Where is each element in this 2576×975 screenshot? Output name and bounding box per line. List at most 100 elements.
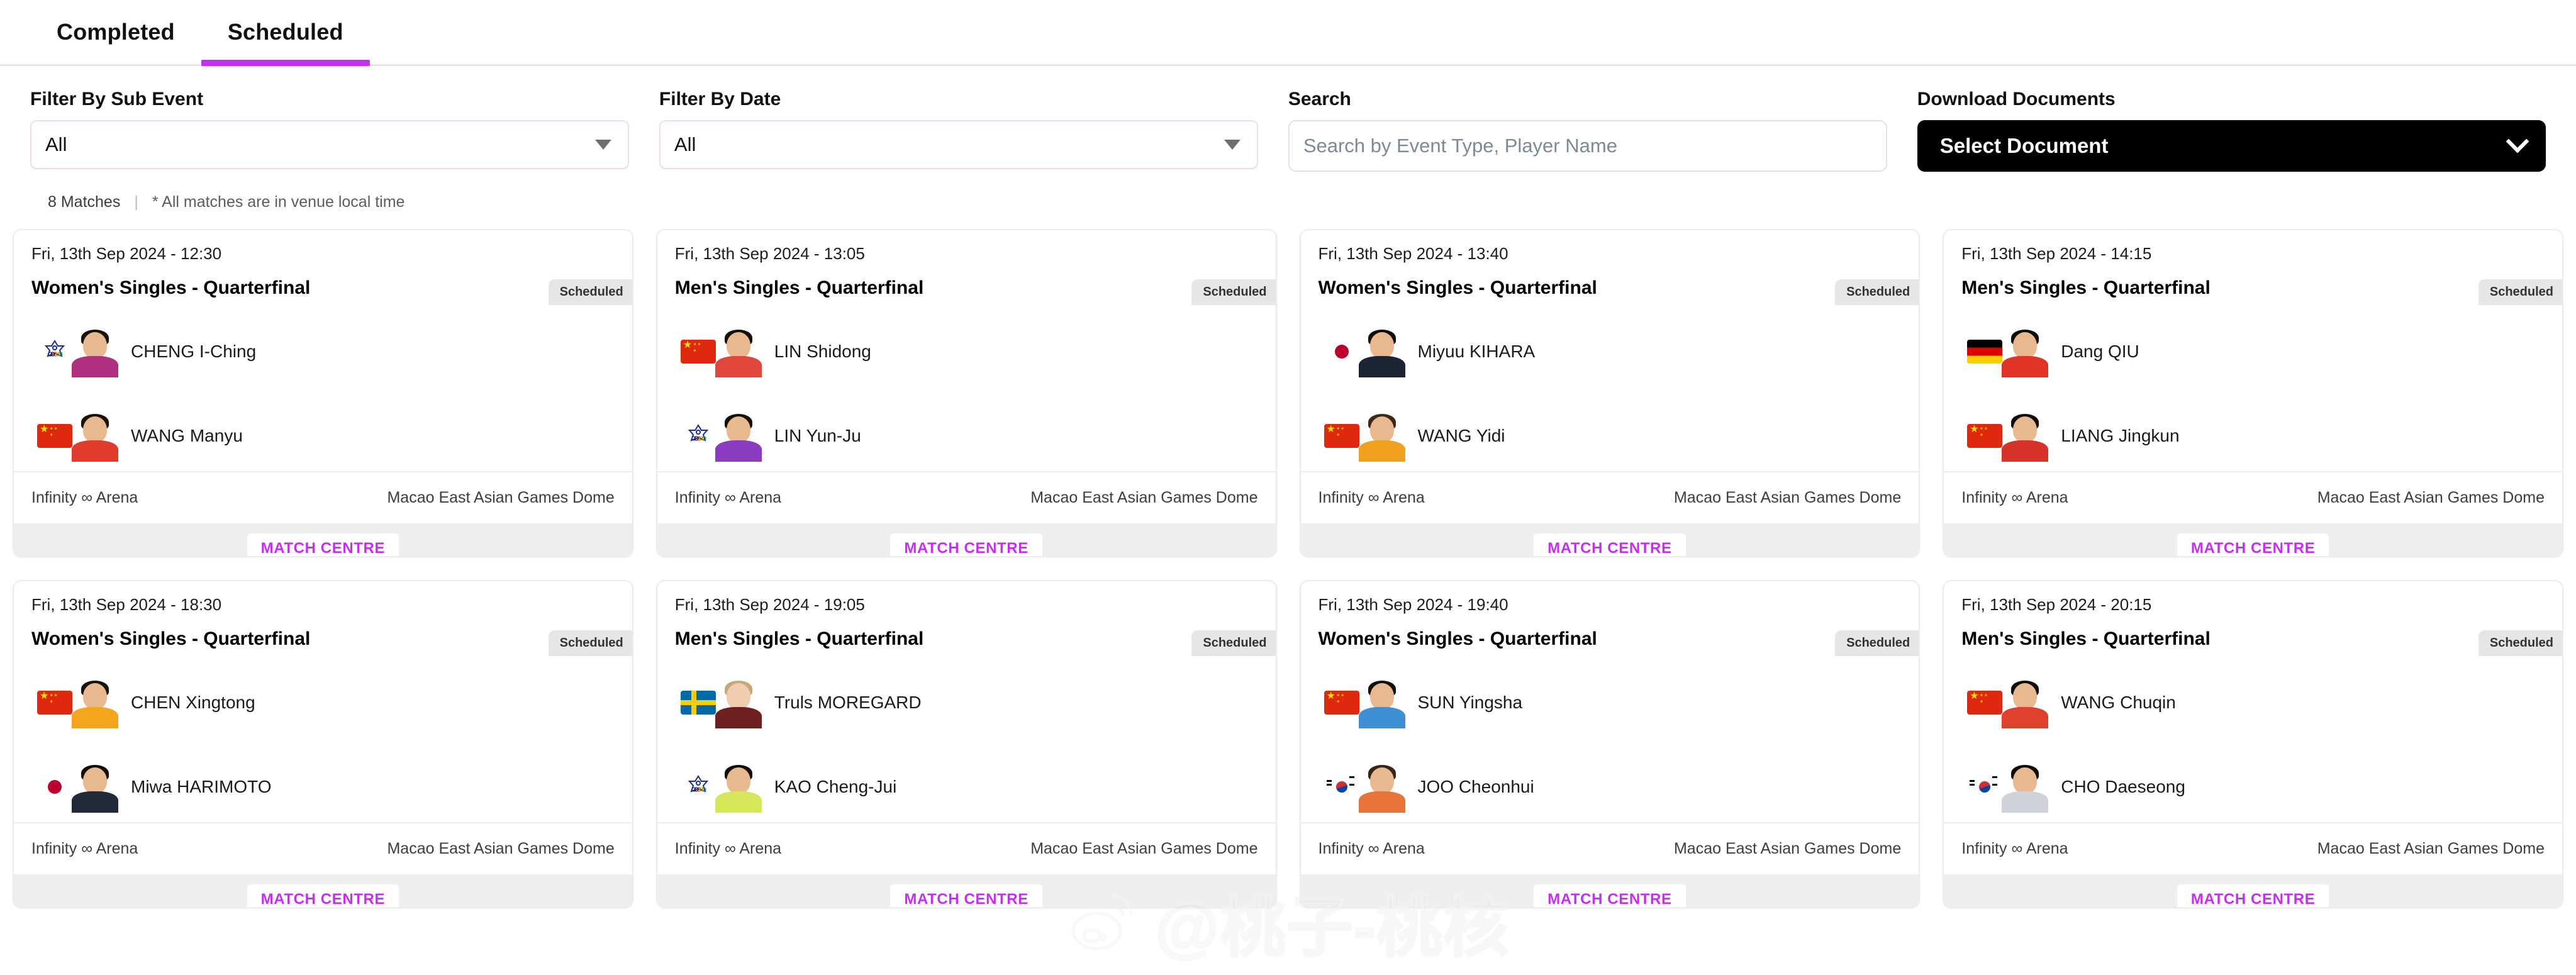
player-list: Dang QIU LIANG Jingkun	[1944, 308, 2562, 471]
venue-dome: Macao East Asian Games Dome	[1030, 840, 1258, 857]
player-avatar	[69, 326, 121, 377]
flag-icon-cn	[1324, 691, 1359, 715]
player-avatar	[1999, 761, 2051, 813]
match-centre-button[interactable]: MATCH CENTRE	[245, 883, 401, 907]
venue-arena: Infinity ∞ Arena	[1318, 840, 1425, 857]
filter-sub-event-select[interactable]: All	[30, 120, 629, 169]
match-centre-button[interactable]: MATCH CENTRE	[889, 532, 1044, 556]
player-row: KAO Cheng-Jui	[675, 758, 1258, 816]
player-list: Miyuu KIHARA WANG Yidi	[1300, 308, 1919, 471]
venue-dome: Macao East Asian Games Dome	[2317, 840, 2545, 857]
match-count-bar: 8 Matches | * All matches are in venue l…	[0, 172, 2576, 229]
match-centre-button[interactable]: MATCH CENTRE	[245, 532, 401, 556]
player-row: CHEN Xingtong	[31, 674, 615, 732]
flag-icon-jp	[1324, 340, 1359, 364]
player-row: WANG Chuqin	[1961, 674, 2545, 732]
player-name: WANG Yidi	[1417, 426, 1505, 445]
venue-dome: Macao East Asian Games Dome	[387, 840, 615, 857]
flag-icon-cn	[37, 424, 72, 448]
player-name: SUN Yingsha	[1417, 693, 1523, 712]
status-badge: Scheduled	[548, 279, 632, 305]
venue-row: Infinity ∞ Arena Macao East Asian Games …	[1944, 822, 2562, 874]
filter-sub-event-group: Filter By Sub Event All	[30, 89, 659, 172]
match-card-header: Fri, 13th Sep 2024 - 13:40 Women's Singl…	[1300, 230, 1919, 305]
match-card-header: Fri, 13th Sep 2024 - 13:05 Men's Singles…	[657, 230, 1276, 305]
player-avatar	[713, 761, 764, 813]
match-centre-button[interactable]: MATCH CENTRE	[1532, 532, 1687, 556]
match-datetime: Fri, 13th Sep 2024 - 18:30	[31, 595, 222, 614]
filter-date-select[interactable]: All	[659, 120, 1258, 169]
player-row: Miwa HARIMOTO	[31, 758, 615, 816]
select-document-button[interactable]: Select Document	[1917, 120, 2546, 172]
match-card[interactable]: Fri, 13th Sep 2024 - 14:15 Men's Singles…	[1943, 229, 2563, 557]
match-datetime: Fri, 13th Sep 2024 - 14:15	[1961, 244, 2152, 263]
tab-scheduled-label: Scheduled	[227, 19, 343, 45]
player-avatar	[69, 677, 121, 728]
match-title: Men's Singles - Quarterfinal	[1961, 628, 2211, 649]
player-avatar	[713, 326, 764, 377]
match-title: Men's Singles - Quarterfinal	[674, 628, 924, 649]
match-card[interactable]: Fri, 13th Sep 2024 - 19:40 Women's Singl…	[1299, 580, 1921, 908]
match-centre-button[interactable]: MATCH CENTRE	[889, 883, 1044, 907]
player-name: Truls MOREGARD	[774, 693, 922, 712]
match-card-header: Fri, 13th Sep 2024 - 19:05 Men's Singles…	[657, 581, 1276, 656]
match-card[interactable]: Fri, 13th Sep 2024 - 13:40 Women's Singl…	[1299, 229, 1921, 557]
venue-dome: Macao East Asian Games Dome	[1030, 489, 1258, 506]
meta-separator: |	[134, 193, 138, 211]
player-row: SUN Yingsha	[1319, 674, 1902, 732]
tab-completed-label: Completed	[57, 19, 175, 45]
filter-sub-event-value: All	[45, 133, 67, 155]
venue-row: Infinity ∞ Arena Macao East Asian Games …	[1944, 471, 2562, 523]
match-datetime: Fri, 13th Sep 2024 - 19:40	[1318, 595, 1508, 614]
venue-arena: Infinity ∞ Arena	[31, 840, 138, 857]
match-datetime: Fri, 13th Sep 2024 - 13:05	[674, 244, 865, 263]
flag-icon-de	[1967, 340, 2003, 364]
search-box[interactable]	[1288, 120, 1887, 172]
player-name: WANG Manyu	[131, 426, 243, 445]
status-badge: Scheduled	[2478, 279, 2562, 305]
player-name: Miwa HARIMOTO	[131, 777, 272, 796]
player-list: CHEN Xingtong Miwa HARIMOTO	[14, 659, 632, 822]
player-list: CHENG I-Ching WANG Manyu	[14, 308, 632, 471]
status-badge: Scheduled	[1191, 630, 1276, 656]
status-badge: Scheduled	[1191, 279, 1276, 305]
status-badge: Scheduled	[2478, 630, 2562, 656]
filter-date-label: Filter By Date	[659, 89, 781, 109]
player-avatar	[69, 761, 121, 813]
filter-sub-event-label: Filter By Sub Event	[30, 89, 204, 109]
search-input[interactable]	[1303, 135, 1872, 157]
match-card-footer: MATCH CENTRE	[657, 874, 1276, 907]
match-centre-button[interactable]: MATCH CENTRE	[2175, 532, 2331, 556]
match-card[interactable]: Fri, 13th Sep 2024 - 12:30 Women's Singl…	[13, 229, 633, 557]
match-card-header: Fri, 13th Sep 2024 - 12:30 Women's Singl…	[14, 230, 632, 305]
match-card[interactable]: Fri, 13th Sep 2024 - 13:05 Men's Singles…	[655, 229, 1277, 557]
player-row: LIN Yun-Ju	[675, 407, 1258, 465]
match-card[interactable]: Fri, 13th Sep 2024 - 19:05 Men's Singles…	[655, 580, 1277, 908]
player-row: LIANG Jingkun	[1961, 407, 2545, 465]
match-centre-button[interactable]: MATCH CENTRE	[2175, 883, 2331, 907]
tab-completed[interactable]: Completed	[30, 0, 201, 64]
match-centre-button[interactable]: MATCH CENTRE	[1532, 883, 1687, 907]
flag-icon-jp	[37, 775, 72, 799]
venue-arena: Infinity ∞ Arena	[1961, 489, 2068, 506]
player-avatar	[1999, 326, 2051, 377]
match-card[interactable]: Fri, 13th Sep 2024 - 18:30 Women's Singl…	[13, 580, 633, 908]
flag-icon-tpe	[682, 421, 714, 451]
match-title: Women's Singles - Quarterfinal	[1318, 277, 1597, 298]
player-row: Dang QIU	[1961, 323, 2545, 381]
tab-scheduled[interactable]: Scheduled	[201, 0, 370, 66]
player-list: WANG Chuqin CHO Daeseong	[1944, 659, 2562, 822]
match-title: Women's Singles - Quarterfinal	[31, 277, 311, 298]
status-badge: Scheduled	[1835, 279, 1919, 305]
flag-icon-cn	[1967, 424, 2003, 448]
player-row: LIN Shidong	[675, 323, 1258, 381]
match-card-header: Fri, 13th Sep 2024 - 19:40 Women's Singl…	[1300, 581, 1919, 656]
player-avatar	[1356, 410, 1408, 462]
download-group: Download Documents Select Document	[1917, 89, 2546, 172]
match-card[interactable]: Fri, 13th Sep 2024 - 20:15 Men's Singles…	[1943, 580, 2563, 908]
match-title: Men's Singles - Quarterfinal	[1961, 277, 2211, 298]
flag-icon-kr	[1324, 775, 1359, 799]
flag-icon-tpe	[39, 337, 70, 367]
player-name: KAO Cheng-Jui	[774, 777, 897, 796]
flag-icon-kr	[1967, 775, 2003, 799]
